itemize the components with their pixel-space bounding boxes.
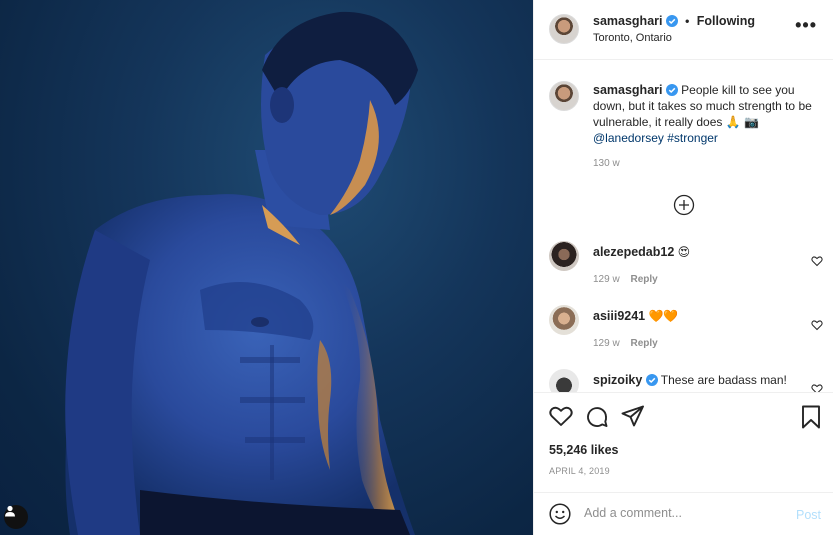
comment-timestamp[interactable]: 129 w — [593, 338, 620, 349]
location-link[interactable]: Toronto, Ontario — [593, 32, 672, 44]
commenter-username[interactable]: asiii9241 — [593, 309, 645, 323]
comment-like-heart-icon[interactable] — [811, 255, 823, 267]
comment-text: 😍 — [677, 245, 691, 259]
more-options-icon: ••• — [795, 15, 817, 35]
comment-item: alezepedab12 😍 129 w Reply — [534, 241, 833, 301]
post-photo[interactable] — [0, 0, 533, 535]
caption-hashtag-link[interactable]: #stronger — [667, 131, 718, 145]
caption-mention-link[interactable]: @lanedorsey — [593, 131, 664, 145]
commenter-avatar[interactable] — [549, 305, 579, 335]
post-comment-button[interactable]: Post — [796, 508, 821, 522]
post-date[interactable]: APRIL 4, 2019 — [549, 466, 610, 476]
instagram-post-view: samasghari • Following Toronto, Ontario … — [0, 0, 833, 535]
comments-list[interactable]: samasghari People kill to see you down, … — [534, 61, 833, 392]
comment-like-heart-icon[interactable] — [811, 319, 823, 331]
commenter-username[interactable]: spizoiky — [593, 373, 642, 387]
commenter-avatar[interactable] — [549, 369, 579, 392]
verified-badge-icon — [665, 84, 678, 96]
caption-timestamp[interactable]: 130 w — [593, 158, 620, 169]
comment-meta: 129 w Reply — [593, 338, 658, 349]
reply-button[interactable]: Reply — [630, 338, 657, 349]
likes-count[interactable]: 55,246 likes — [549, 443, 619, 457]
user-tag-icon — [5, 505, 15, 517]
following-button[interactable]: Following — [697, 14, 755, 28]
commenter-username[interactable]: alezepedab12 — [593, 245, 674, 259]
comment-body: asiii9241 🧡🧡 — [593, 309, 678, 323]
comment-timestamp[interactable]: 129 w — [593, 274, 620, 285]
verified-badge-icon — [645, 374, 658, 386]
author-line: samasghari • Following — [593, 14, 755, 28]
author-username[interactable]: samasghari — [593, 14, 662, 28]
comment-text: 🧡🧡 — [648, 309, 679, 323]
commenter-avatar[interactable] — [549, 241, 579, 271]
like-heart-icon[interactable] — [549, 405, 573, 427]
comment-text: These are badass man! — [660, 373, 787, 387]
author-avatar[interactable] — [549, 14, 579, 44]
post-header: samasghari • Following Toronto, Ontario … — [534, 0, 833, 60]
photo-illustration — [65, 11, 418, 535]
comment-like-heart-icon[interactable] — [811, 383, 823, 392]
post-side-panel: samasghari • Following Toronto, Ontario … — [533, 0, 833, 535]
add-comment-input[interactable] — [584, 506, 784, 520]
caption-username[interactable]: samasghari — [593, 83, 662, 97]
comment-item: spizoiky These are badass man! — [534, 369, 833, 392]
comment-icon[interactable] — [585, 405, 609, 429]
post-caption: samasghari People kill to see you down, … — [593, 82, 817, 146]
share-icon[interactable] — [621, 405, 645, 427]
verified-badge-icon — [665, 15, 678, 27]
caption-author-avatar[interactable] — [549, 81, 579, 111]
load-more-icon[interactable] — [673, 194, 695, 216]
reply-button[interactable]: Reply — [630, 274, 657, 285]
emoji-icon[interactable] — [549, 503, 571, 525]
separator-dot: • — [685, 14, 690, 28]
comment-body: spizoiky These are badass man! — [593, 373, 787, 387]
user-tag-button[interactable] — [4, 505, 28, 529]
add-comment-bar: Post — [534, 492, 833, 535]
bookmark-icon[interactable] — [801, 405, 821, 429]
more-options-button[interactable]: ••• — [795, 16, 817, 34]
comment-body: alezepedab12 😍 — [593, 245, 690, 259]
post-actions: 55,246 likes APRIL 4, 2019 — [534, 392, 833, 492]
comment-meta: 129 w Reply — [593, 274, 658, 285]
comment-item: asiii9241 🧡🧡 129 w Reply — [534, 305, 833, 365]
